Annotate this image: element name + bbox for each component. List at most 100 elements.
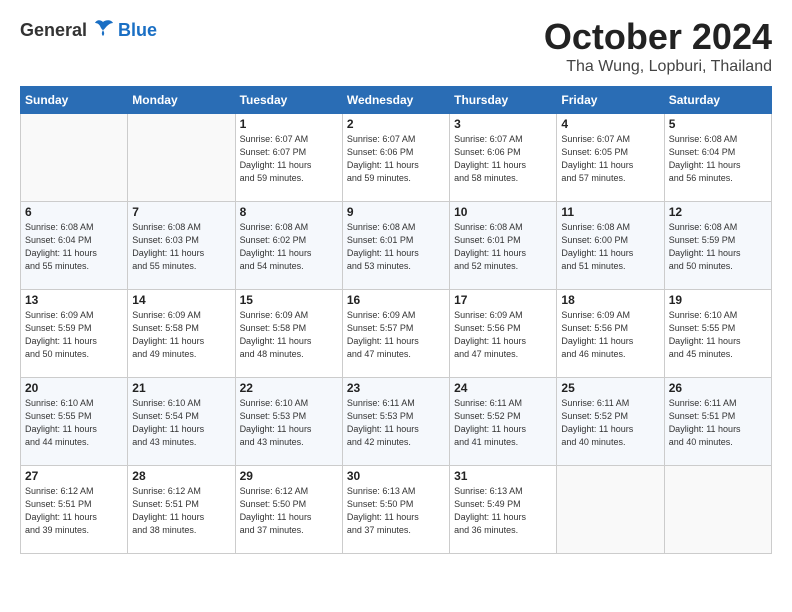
day-info: Sunrise: 6:07 AM Sunset: 6:06 PM Dayligh… <box>347 133 445 185</box>
logo: General Blue <box>20 16 157 44</box>
day-info: Sunrise: 6:09 AM Sunset: 5:56 PM Dayligh… <box>454 309 552 361</box>
day-number: 26 <box>669 381 767 395</box>
calendar-week-2: 6 Sunrise: 6:08 AM Sunset: 6:04 PM Daylig… <box>21 202 772 290</box>
day-info: Sunrise: 6:11 AM Sunset: 5:52 PM Dayligh… <box>561 397 659 449</box>
calendar-cell: 6 Sunrise: 6:08 AM Sunset: 6:04 PM Daylig… <box>21 202 128 290</box>
logo-bird-icon <box>89 16 117 44</box>
header-tuesday: Tuesday <box>235 87 342 114</box>
day-number: 19 <box>669 293 767 307</box>
day-info: Sunrise: 6:10 AM Sunset: 5:55 PM Dayligh… <box>669 309 767 361</box>
day-info: Sunrise: 6:09 AM Sunset: 5:56 PM Dayligh… <box>561 309 659 361</box>
header-wednesday: Wednesday <box>342 87 449 114</box>
day-number: 25 <box>561 381 659 395</box>
day-number: 27 <box>25 469 123 483</box>
calendar-cell: 20 Sunrise: 6:10 AM Sunset: 5:55 PM Dayli… <box>21 378 128 466</box>
day-info: Sunrise: 6:09 AM Sunset: 5:58 PM Dayligh… <box>132 309 230 361</box>
day-info: Sunrise: 6:08 AM Sunset: 6:03 PM Dayligh… <box>132 221 230 273</box>
location-title: Tha Wung, Lopburi, Thailand <box>544 58 772 76</box>
calendar-cell <box>128 114 235 202</box>
day-number: 20 <box>25 381 123 395</box>
day-info: Sunrise: 6:07 AM Sunset: 6:07 PM Dayligh… <box>240 133 338 185</box>
calendar-cell: 21 Sunrise: 6:10 AM Sunset: 5:54 PM Dayli… <box>128 378 235 466</box>
day-info: Sunrise: 6:09 AM Sunset: 5:57 PM Dayligh… <box>347 309 445 361</box>
day-info: Sunrise: 6:08 AM Sunset: 6:04 PM Dayligh… <box>669 133 767 185</box>
calendar-cell: 15 Sunrise: 6:09 AM Sunset: 5:58 PM Dayli… <box>235 290 342 378</box>
calendar-week-1: 1 Sunrise: 6:07 AM Sunset: 6:07 PM Daylig… <box>21 114 772 202</box>
day-number: 13 <box>25 293 123 307</box>
calendar-cell: 28 Sunrise: 6:12 AM Sunset: 5:51 PM Dayli… <box>128 466 235 554</box>
header-friday: Friday <box>557 87 664 114</box>
day-info: Sunrise: 6:12 AM Sunset: 5:51 PM Dayligh… <box>132 485 230 537</box>
day-info: Sunrise: 6:07 AM Sunset: 6:05 PM Dayligh… <box>561 133 659 185</box>
calendar-cell: 26Sunrise: 6:11 AM Sunset: 5:51 PM Dayli… <box>664 378 771 466</box>
day-number: 28 <box>132 469 230 483</box>
day-info: Sunrise: 6:10 AM Sunset: 5:54 PM Dayligh… <box>132 397 230 449</box>
day-info: Sunrise: 6:08 AM Sunset: 6:02 PM Dayligh… <box>240 221 338 273</box>
calendar-cell: 22 Sunrise: 6:10 AM Sunset: 5:53 PM Dayli… <box>235 378 342 466</box>
day-number: 2 <box>347 117 445 131</box>
calendar-cell: 5Sunrise: 6:08 AM Sunset: 6:04 PM Daylig… <box>664 114 771 202</box>
day-number: 31 <box>454 469 552 483</box>
calendar-cell: 7 Sunrise: 6:08 AM Sunset: 6:03 PM Daylig… <box>128 202 235 290</box>
calendar-cell: 25 Sunrise: 6:11 AM Sunset: 5:52 PM Dayli… <box>557 378 664 466</box>
day-info: Sunrise: 6:08 AM Sunset: 6:00 PM Dayligh… <box>561 221 659 273</box>
day-number: 29 <box>240 469 338 483</box>
day-number: 21 <box>132 381 230 395</box>
day-number: 6 <box>25 205 123 219</box>
day-number: 8 <box>240 205 338 219</box>
day-number: 1 <box>240 117 338 131</box>
day-number: 11 <box>561 205 659 219</box>
calendar-cell: 12 Sunrise: 6:08 AM Sunset: 5:59 PM Dayli… <box>664 202 771 290</box>
day-info: Sunrise: 6:09 AM Sunset: 5:58 PM Dayligh… <box>240 309 338 361</box>
calendar-cell <box>557 466 664 554</box>
header-thursday: Thursday <box>450 87 557 114</box>
calendar-cell: 31Sunrise: 6:13 AM Sunset: 5:49 PM Dayli… <box>450 466 557 554</box>
day-info: Sunrise: 6:11 AM Sunset: 5:52 PM Dayligh… <box>454 397 552 449</box>
day-number: 4 <box>561 117 659 131</box>
day-number: 14 <box>132 293 230 307</box>
calendar-header-row: SundayMondayTuesdayWednesdayThursdayFrid… <box>21 87 772 114</box>
day-number: 22 <box>240 381 338 395</box>
calendar-cell: 24 Sunrise: 6:11 AM Sunset: 5:52 PM Dayli… <box>450 378 557 466</box>
calendar-cell: 13Sunrise: 6:09 AM Sunset: 5:59 PM Dayli… <box>21 290 128 378</box>
day-number: 16 <box>347 293 445 307</box>
calendar-cell: 29Sunrise: 6:12 AM Sunset: 5:50 PM Dayli… <box>235 466 342 554</box>
calendar-cell: 4 Sunrise: 6:07 AM Sunset: 6:05 PM Daylig… <box>557 114 664 202</box>
day-number: 10 <box>454 205 552 219</box>
calendar-cell: 16 Sunrise: 6:09 AM Sunset: 5:57 PM Dayli… <box>342 290 449 378</box>
calendar-cell: 30 Sunrise: 6:13 AM Sunset: 5:50 PM Dayli… <box>342 466 449 554</box>
calendar-cell: 17 Sunrise: 6:09 AM Sunset: 5:56 PM Dayli… <box>450 290 557 378</box>
day-info: Sunrise: 6:12 AM Sunset: 5:51 PM Dayligh… <box>25 485 123 537</box>
day-number: 7 <box>132 205 230 219</box>
calendar-table: SundayMondayTuesdayWednesdayThursdayFrid… <box>20 86 772 554</box>
day-number: 18 <box>561 293 659 307</box>
day-number: 9 <box>347 205 445 219</box>
calendar-week-3: 13Sunrise: 6:09 AM Sunset: 5:59 PM Dayli… <box>21 290 772 378</box>
calendar-cell: 2 Sunrise: 6:07 AM Sunset: 6:06 PM Daylig… <box>342 114 449 202</box>
day-number: 12 <box>669 205 767 219</box>
calendar-cell: 9 Sunrise: 6:08 AM Sunset: 6:01 PM Daylig… <box>342 202 449 290</box>
day-info: Sunrise: 6:13 AM Sunset: 5:50 PM Dayligh… <box>347 485 445 537</box>
calendar-week-5: 27 Sunrise: 6:12 AM Sunset: 5:51 PM Dayli… <box>21 466 772 554</box>
day-info: Sunrise: 6:11 AM Sunset: 5:53 PM Dayligh… <box>347 397 445 449</box>
calendar-cell: 27 Sunrise: 6:12 AM Sunset: 5:51 PM Dayli… <box>21 466 128 554</box>
day-number: 30 <box>347 469 445 483</box>
calendar-cell <box>21 114 128 202</box>
calendar-cell: 3Sunrise: 6:07 AM Sunset: 6:06 PM Daylig… <box>450 114 557 202</box>
day-number: 15 <box>240 293 338 307</box>
day-info: Sunrise: 6:08 AM Sunset: 6:04 PM Dayligh… <box>25 221 123 273</box>
day-number: 17 <box>454 293 552 307</box>
header-monday: Monday <box>128 87 235 114</box>
header-sunday: Sunday <box>21 87 128 114</box>
day-info: Sunrise: 6:10 AM Sunset: 5:53 PM Dayligh… <box>240 397 338 449</box>
day-info: Sunrise: 6:08 AM Sunset: 6:01 PM Dayligh… <box>454 221 552 273</box>
calendar-cell: 11 Sunrise: 6:08 AM Sunset: 6:00 PM Dayli… <box>557 202 664 290</box>
day-info: Sunrise: 6:08 AM Sunset: 6:01 PM Dayligh… <box>347 221 445 273</box>
calendar-cell: 8 Sunrise: 6:08 AM Sunset: 6:02 PM Daylig… <box>235 202 342 290</box>
calendar-cell: 1 Sunrise: 6:07 AM Sunset: 6:07 PM Daylig… <box>235 114 342 202</box>
day-info: Sunrise: 6:08 AM Sunset: 5:59 PM Dayligh… <box>669 221 767 273</box>
calendar-cell <box>664 466 771 554</box>
day-info: Sunrise: 6:10 AM Sunset: 5:55 PM Dayligh… <box>25 397 123 449</box>
logo-blue-text: Blue <box>118 20 157 41</box>
day-number: 24 <box>454 381 552 395</box>
